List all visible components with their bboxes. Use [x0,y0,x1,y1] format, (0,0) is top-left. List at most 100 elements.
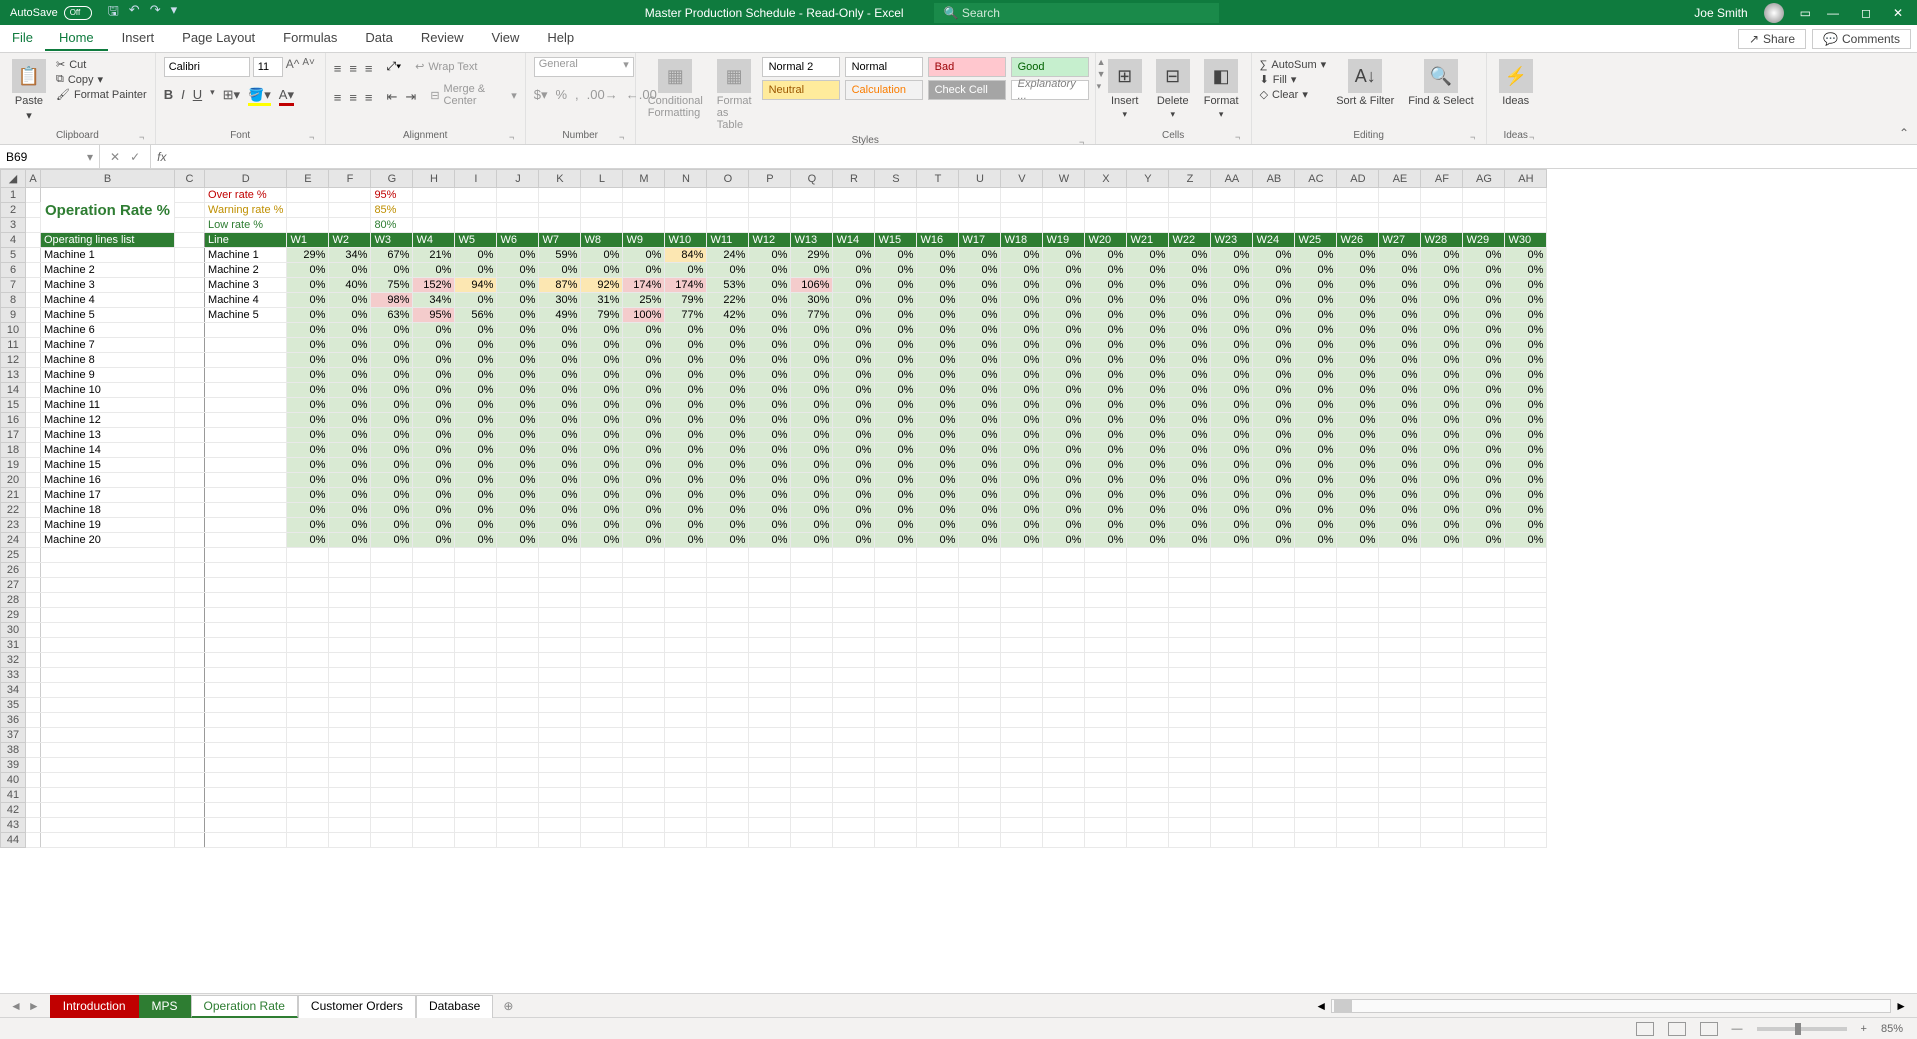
data-cell[interactable]: 0% [1085,413,1127,428]
data-cell[interactable]: 0% [1211,278,1253,293]
data-cell[interactable]: 0% [1463,263,1505,278]
data-cell[interactable]: 0% [623,503,665,518]
data-cell[interactable]: 0% [1253,503,1295,518]
data-cell[interactable]: 0% [455,293,497,308]
tab-data[interactable]: Data [351,26,406,51]
format-painter-button[interactable]: 🖌Format Painter [56,87,147,102]
style-normal[interactable]: Normal [845,57,923,77]
delete-button[interactable]: ⊟Delete▾ [1152,57,1194,122]
data-cell[interactable]: 0% [1463,473,1505,488]
data-cell[interactable]: 0% [623,488,665,503]
data-cell[interactable]: 0% [833,398,875,413]
col-header[interactable]: C [175,170,205,188]
data-cell[interactable]: 0% [1505,263,1547,278]
data-cell[interactable]: 0% [371,323,413,338]
week-header[interactable]: W11 [707,233,749,248]
data-cell[interactable]: 0% [665,533,707,548]
data-cell[interactable]: 0% [455,533,497,548]
increase-font-icon[interactable]: A^ [286,57,300,77]
row-header[interactable]: 26 [1,563,26,578]
data-cell[interactable]: 0% [1001,503,1043,518]
style-good[interactable]: Good [1011,57,1089,77]
number-format-select[interactable]: General▾ [534,57,634,77]
data-cell[interactable]: 0% [371,263,413,278]
machine-list-item[interactable]: Machine 19 [41,518,175,533]
row-header[interactable]: 2 [1,203,26,218]
data-cell[interactable]: 0% [749,533,791,548]
data-cell[interactable]: 0% [1001,458,1043,473]
week-header[interactable]: W26 [1337,233,1379,248]
page-title[interactable]: Operation Rate % [41,188,175,233]
data-cell[interactable]: 59% [539,248,581,263]
comments-button[interactable]: 💬Comments [1812,29,1911,49]
week-header[interactable]: W15 [875,233,917,248]
row-header[interactable]: 28 [1,593,26,608]
data-cell[interactable]: 0% [959,503,1001,518]
data-cell[interactable]: 0% [791,518,833,533]
page-layout-view-icon[interactable] [1668,1022,1686,1036]
data-cell[interactable]: 0% [287,413,329,428]
data-cell[interactable]: 0% [371,533,413,548]
data-cell[interactable]: 0% [1505,353,1547,368]
data-cell[interactable]: 0% [917,398,959,413]
data-cell[interactable]: 0% [1253,398,1295,413]
row-header[interactable]: 31 [1,638,26,653]
data-cell[interactable]: 0% [581,368,623,383]
data-cell[interactable]: 0% [791,338,833,353]
data-cell[interactable]: 0% [665,473,707,488]
row-header[interactable]: 33 [1,668,26,683]
data-cell[interactable]: 0% [1127,338,1169,353]
data-cell[interactable]: 0% [371,518,413,533]
data-cell[interactable]: 0% [287,428,329,443]
data-cell[interactable]: 0% [749,368,791,383]
data-cell[interactable]: 0% [1085,368,1127,383]
col-header[interactable]: Y [1127,170,1169,188]
data-cell[interactable]: 49% [539,308,581,323]
data-cell[interactable]: 0% [1505,323,1547,338]
data-cell[interactable]: 0% [875,473,917,488]
data-cell[interactable]: 0% [287,443,329,458]
data-cell[interactable]: 75% [371,278,413,293]
row-header[interactable]: 20 [1,473,26,488]
data-cell[interactable]: 0% [791,503,833,518]
data-cell[interactable]: 0% [1253,443,1295,458]
data-cell[interactable]: 0% [1001,473,1043,488]
underline-button[interactable]: U [193,87,202,106]
list-header[interactable]: Operating lines list [41,233,175,248]
data-cell[interactable]: 0% [1421,278,1463,293]
data-cell[interactable]: 0% [497,383,539,398]
col-header[interactable]: M [623,170,665,188]
data-cell[interactable]: 0% [329,338,371,353]
data-cell[interactable]: 0% [1127,488,1169,503]
align-center-icon[interactable]: ≡ [349,90,357,105]
data-cell[interactable]: 0% [959,518,1001,533]
col-header[interactable]: AD [1337,170,1379,188]
data-cell[interactable]: 0% [1337,488,1379,503]
data-cell[interactable]: 0% [707,488,749,503]
data-cell[interactable]: 0% [1379,473,1421,488]
data-cell[interactable]: 0% [1127,533,1169,548]
data-cell[interactable]: 0% [539,368,581,383]
hscroll-left-icon[interactable]: ◄ [1311,999,1331,1013]
data-cell[interactable]: 0% [833,368,875,383]
row-header[interactable]: 13 [1,368,26,383]
data-cell[interactable]: 0% [623,443,665,458]
data-cell[interactable]: 0% [623,383,665,398]
data-cell[interactable]: 0% [875,293,917,308]
data-cell[interactable]: 0% [833,413,875,428]
data-cell[interactable]: 0% [455,428,497,443]
data-cell[interactable]: 0% [1337,383,1379,398]
data-cell[interactable]: 0% [455,263,497,278]
data-cell[interactable]: 0% [539,323,581,338]
data-cell[interactable]: 0% [1253,413,1295,428]
week-header[interactable]: W14 [833,233,875,248]
data-cell[interactable]: 0% [749,443,791,458]
data-cell[interactable]: 0% [1127,518,1169,533]
data-cell[interactable]: 0% [1337,458,1379,473]
row-header[interactable]: 44 [1,833,26,848]
align-left-icon[interactable]: ≡ [334,90,342,105]
data-cell[interactable]: 0% [917,278,959,293]
data-cell[interactable]: 0% [1379,413,1421,428]
data-cell[interactable]: 0% [1421,338,1463,353]
data-cell[interactable]: 0% [749,293,791,308]
